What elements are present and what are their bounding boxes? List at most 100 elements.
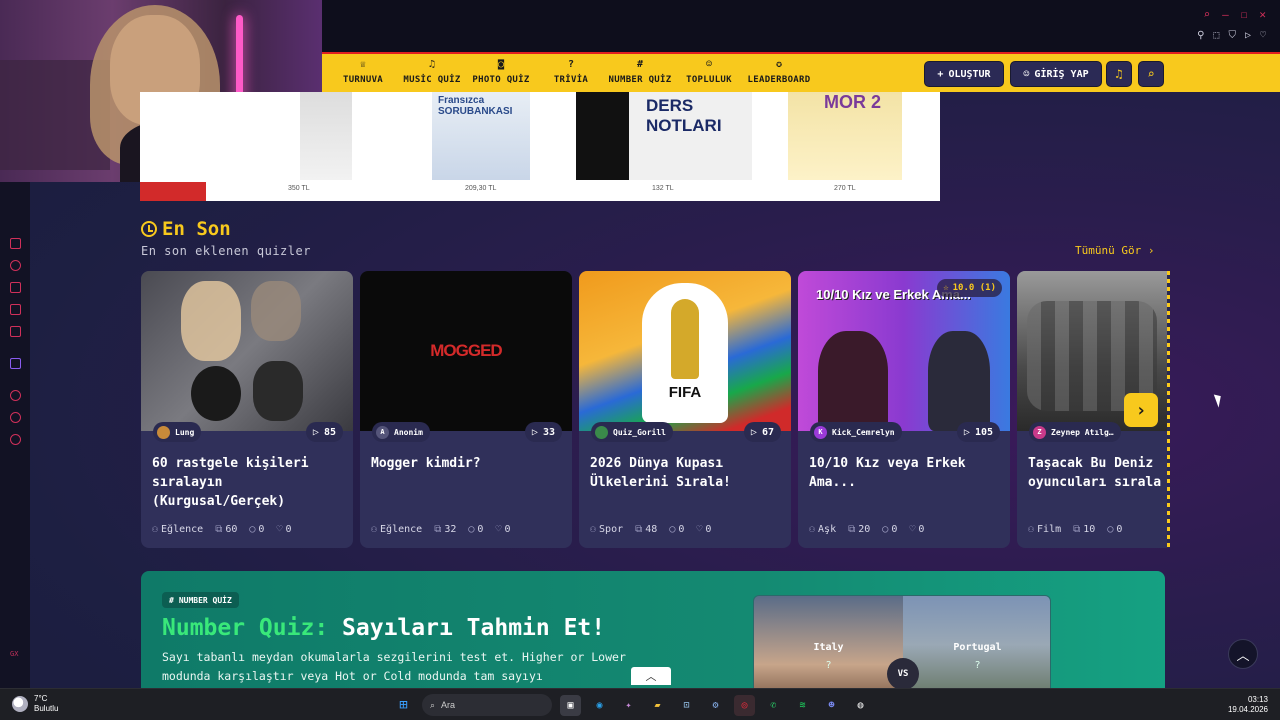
copilot-icon[interactable]: ✦ (618, 695, 639, 716)
category-icon: ⚇ (152, 524, 159, 535)
nav-item-leaderboard[interactable]: ✪ LEADERBOARD (747, 59, 811, 85)
obs-icon[interactable]: ◍ (850, 695, 871, 716)
ad-banner[interactable]: Fransızca SORUBANKASI DERS NOTLARI MOR 2… (140, 92, 940, 201)
taskbar-search[interactable]: ⌕ Ara (422, 694, 552, 716)
quiz-card[interactable]: 10/10 Kız ve Erkek Ama... ☆ 10.0 (1) K Ki… (798, 271, 1010, 548)
pin-icon[interactable]: ⚲ (1197, 30, 1204, 41)
search-icon[interactable]: ⌕ (1204, 8, 1211, 21)
gamepad-icon[interactable] (10, 238, 21, 249)
author-name: Quiz_Gorill (613, 427, 666, 437)
edge-icon[interactable]: ◉ (589, 695, 610, 716)
questions-icon: ⧉ (434, 524, 442, 535)
maximize-icon[interactable]: ☐ (1241, 8, 1248, 21)
ad-book-2[interactable]: Fransızca SORUBANKASI (432, 92, 530, 180)
author-badge[interactable]: Lung (153, 422, 202, 442)
author-badge[interactable]: A Anonim (372, 422, 430, 442)
refresh-icon[interactable] (10, 260, 21, 271)
questions-icon: ⧉ (215, 524, 223, 535)
nav-item-photo-quiz[interactable]: ◙ PHOTO QUİZ (472, 59, 530, 85)
ad-book-3[interactable]: DERS NOTLARI (576, 92, 752, 180)
quiz-card[interactable]: Lung ▷ 85 60 rastgele kişileri sıralayın … (141, 271, 353, 548)
folder-icon[interactable]: ▰ (647, 695, 668, 716)
play-count: ▷ 105 (956, 422, 1000, 442)
discord-icon[interactable]: ☻ (821, 695, 842, 716)
store-icon[interactable]: ⊡ (676, 695, 697, 716)
ad-price: 350 TL (288, 185, 310, 192)
like-count: 0 (918, 524, 925, 535)
country-left: Italy (813, 642, 844, 653)
twitch-icon[interactable] (10, 358, 21, 369)
nav-item-number-quiz[interactable]: # NUMBER QUİZ (608, 59, 672, 85)
shield-icon[interactable]: ⛉ (1228, 30, 1236, 41)
system-clock[interactable]: 03:13 19.04.2026 (1228, 695, 1268, 715)
collapse-tab[interactable]: ︿ (631, 667, 671, 685)
whatsapp-icon[interactable]: ✆ (763, 695, 784, 716)
play-icon[interactable]: ▷ (1245, 30, 1251, 41)
weather-widget[interactable]: 7°C Bulutlu (12, 694, 58, 714)
play-count-value: 67 (761, 426, 774, 438)
settings-icon[interactable] (10, 434, 21, 445)
see-all-link[interactable]: Tümünü Gör › (1075, 244, 1154, 257)
question-count: 10 (1083, 524, 1096, 535)
nav-item-turnuva[interactable]: ♕ TURNUVA (342, 59, 384, 85)
quiz-title[interactable]: Taşacak Bu Deniz oyuncuları sırala (1028, 454, 1167, 492)
notifications-button[interactable]: ♫ (1106, 61, 1132, 87)
ad-book-4[interactable]: MOR 2 (788, 92, 902, 180)
play-count-value: 85 (323, 426, 336, 438)
quiz-card[interactable]: MOGGED A Anonim ▷ 33 Mogger kimdir? ⚇ Eğle… (360, 271, 572, 548)
opera-gx-icon[interactable]: ◎ (734, 694, 755, 716)
quiz-meta: ⚇ Aşk ⧉ 20 ◯ 0 ♡ 0 (809, 524, 924, 535)
login-button[interactable]: ☺ GİRİŞ YAP (1010, 61, 1102, 87)
create-label: OLUŞTUR (948, 68, 991, 80)
quiz-title[interactable]: Mogger kimdir? (371, 454, 561, 473)
cloud-icon (12, 696, 28, 712)
heart-icon[interactable]: ♡ (1260, 30, 1266, 41)
quiz-title[interactable]: 10/10 Kız veya Erkek Ama... (809, 454, 999, 492)
carousel-next-button[interactable]: › (1124, 393, 1158, 427)
windows-start-icon[interactable]: ⊞ (393, 695, 414, 716)
author-badge[interactable]: Quiz_Gorill (591, 422, 673, 442)
quiz-meta: ⚇ Eğlence ⧉ 60 ◯ 0 ♡ 0 (152, 524, 292, 535)
title-main: Sayıları Tahmin Et! (342, 615, 606, 641)
category: Film (1037, 524, 1062, 535)
create-button[interactable]: + OLUŞTUR (924, 61, 1004, 87)
author-badge[interactable]: K Kick_Cemrelyn (810, 422, 902, 442)
close-icon[interactable]: ✕ (1259, 8, 1266, 21)
quiz-title[interactable]: 60 rastgele kişileri sıralayın (Kurgusal… (152, 454, 342, 511)
vs-preview[interactable]: Italy ? Portugal ? VS (753, 595, 1051, 688)
author-badge[interactable]: Z Zeynep Atılg… (1029, 422, 1121, 442)
ad-book-1[interactable] (300, 92, 352, 180)
search-button[interactable]: ⌕ (1138, 61, 1164, 87)
quiz-title[interactable]: 2026 Dünya Kupası Ülkelerini Sırala! (590, 454, 780, 492)
question-count: 48 (645, 524, 658, 535)
weather-condition: Bulutlu (34, 704, 59, 713)
quiz-meta: ⚇ Eğlence ⧉ 32 ◯ 0 ♡ 0 (371, 524, 511, 535)
steam-icon[interactable]: ⚙ (705, 695, 726, 716)
task-view-icon[interactable]: ▣ (560, 694, 581, 716)
hash-icon: # (636, 59, 644, 70)
bell-icon: ♫ (1115, 67, 1123, 81)
vs-badge: VS (887, 658, 919, 688)
chevron-up-icon: ︿ (1236, 648, 1250, 664)
nav-item-trivia[interactable]: ? TRİVİA (552, 59, 590, 85)
nav-label: LEADERBOARD (747, 75, 811, 85)
player-icon[interactable] (10, 390, 21, 401)
like-count: 0 (285, 524, 292, 535)
comment-icon: ◯ (1107, 524, 1114, 535)
questions-icon: ⧉ (635, 524, 643, 535)
rating-badge: ☆ 10.0 (1) (937, 279, 1002, 297)
thumb-text: MOGGED (430, 341, 502, 360)
scroll-to-top-button[interactable]: ︿ (1228, 639, 1258, 669)
history-icon[interactable] (10, 412, 21, 423)
nav-item-topluluk[interactable]: ☺ TOPLULUK (685, 59, 733, 85)
spotify-icon[interactable]: ≋ (792, 695, 813, 716)
bag-icon[interactable] (10, 282, 21, 293)
nav-item-music-quiz[interactable]: ♫ MUSİC QUİZ (403, 59, 461, 85)
quiz-card[interactable]: FIFA Quiz_Gorill ▷ 67 2026 Dünya Kupası Ü… (579, 271, 791, 548)
chat-icon[interactable] (10, 304, 21, 315)
like-count: 0 (705, 524, 712, 535)
question-count: 32 (444, 524, 457, 535)
screenshot-icon[interactable]: ⬚ (1213, 30, 1219, 41)
minimize-icon[interactable]: — (1222, 8, 1229, 21)
messenger-icon[interactable] (10, 326, 21, 337)
